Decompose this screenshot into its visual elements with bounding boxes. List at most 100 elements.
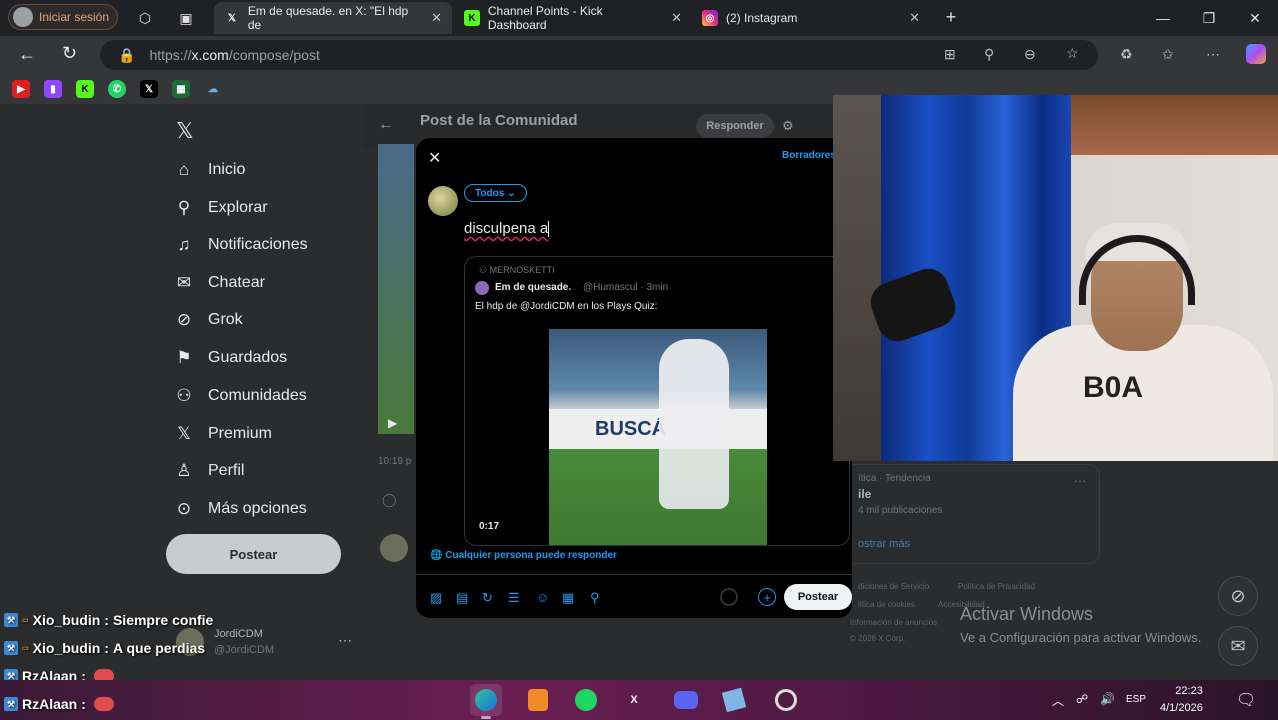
kick-icon[interactable]: K <box>76 80 94 98</box>
reading-icon[interactable]: ⊖ <box>1024 46 1036 63</box>
post-button[interactable]: Postear <box>784 584 852 610</box>
account-more-icon[interactable]: ⋯ <box>338 632 352 649</box>
location-icon[interactable]: ⚲ <box>590 590 600 606</box>
comment-icon[interactable]: ◯ <box>382 492 397 508</box>
chevron-up-icon[interactable]: ︿ <box>1052 692 1064 709</box>
drafts-button[interactable]: Borradores <box>782 150 836 161</box>
back-arrow-icon[interactable]: ← <box>378 116 394 134</box>
settings-sliders-icon[interactable]: ⚙ <box>782 118 794 134</box>
edge-taskbar-icon[interactable] <box>470 684 502 716</box>
sidebar-item-guardados[interactable]: ⚑ Guardados <box>174 348 287 368</box>
zoom-icon[interactable]: ⚲ <box>984 46 994 63</box>
notes-taskbar-icon[interactable] <box>718 684 750 716</box>
trend-more-icon[interactable]: ⋯ <box>1074 474 1086 488</box>
webcam-shelf <box>833 95 881 461</box>
grok-icon: ⊘ <box>1230 585 1246 606</box>
copilot-icon[interactable] <box>1246 44 1266 64</box>
close-icon[interactable]: ✕ <box>671 10 682 26</box>
favorite-star-icon[interactable]: ☆ <box>1066 45 1079 62</box>
reload-icon[interactable]: ↻ <box>62 43 77 64</box>
back-icon[interactable]: ← <box>18 44 36 65</box>
schedule-icon[interactable]: ▦ <box>562 590 574 606</box>
trend-name[interactable]: ile <box>858 487 871 501</box>
minimize-icon[interactable]: — <box>1154 9 1172 27</box>
profile-button[interactable]: Iniciar sesión <box>8 4 118 30</box>
quote-video[interactable]: BUSCÁ <box>549 329 767 545</box>
address-bar-row: ← ↻ 🔒 https://x.com/compose/post ⊞ ⚲ ⊖ ☆… <box>0 36 1278 74</box>
restore-icon[interactable]: ❐ <box>1200 9 1218 27</box>
sidebar-item-perfil[interactable]: ♙ Perfil <box>174 461 244 481</box>
language-indicator[interactable]: ESP <box>1126 694 1146 705</box>
play-icon[interactable]: ▶ <box>388 416 397 430</box>
messages-float-button[interactable]: ✉ <box>1218 626 1258 666</box>
video-ad-board: BUSCÁ <box>549 409 767 449</box>
close-window-icon[interactable]: ✕ <box>1246 9 1264 27</box>
avatar <box>13 7 33 27</box>
sidebar-item-explorar[interactable]: ⚲ Explorar <box>174 198 268 218</box>
fl-studio-taskbar-icon[interactable] <box>522 684 554 716</box>
grok-icon[interactable]: ↻ <box>482 590 493 606</box>
clock[interactable]: 22:23 4/1/2026 <box>1160 683 1203 717</box>
youtube-icon[interactable]: ▶ <box>12 80 30 98</box>
x-logo-icon[interactable]: 𝕏 <box>176 118 194 144</box>
obs-icon <box>775 689 797 711</box>
cloud-icon[interactable]: ☁ <box>204 80 222 98</box>
grok-float-button[interactable]: ⊘ <box>1218 576 1258 616</box>
new-tab-icon[interactable]: + <box>942 7 960 27</box>
add-post-icon[interactable]: + <box>758 588 776 606</box>
quoted-post[interactable]: ⚇ MERNOSKETTI Em de quesade. @Humascul ·… <box>464 256 850 546</box>
account-name: JordiCDM <box>214 628 263 640</box>
notification-icon[interactable]: 🗨 <box>1236 690 1256 710</box>
audience-select[interactable]: Todos ⌄ <box>464 184 527 202</box>
menu-icon[interactable]: ⋯ <box>1206 46 1220 63</box>
close-icon[interactable]: ✕ <box>431 10 442 26</box>
extensions-icon[interactable]: ♻ <box>1120 46 1133 63</box>
spotify-taskbar-icon[interactable] <box>570 684 602 716</box>
discord-taskbar-icon[interactable] <box>670 684 702 716</box>
reply-button[interactable]: Responder <box>696 114 774 138</box>
sidebar-item-comunidades[interactable]: ⚇ Comunidades <box>174 386 306 406</box>
volume-icon[interactable]: 🔊 <box>1100 692 1115 706</box>
compose-textarea[interactable]: disculpena a <box>464 220 550 239</box>
people-icon: ⚇ <box>176 386 192 405</box>
sidebar-item-label: Notificaciones <box>208 236 308 253</box>
network-icon[interactable]: ☍ <box>1076 692 1088 706</box>
whatsapp-icon[interactable]: ✆ <box>108 80 126 98</box>
sidebar-item-notificaciones[interactable]: ♫ Notificaciones <box>174 235 308 255</box>
footer-link[interactable]: Política de Privacidad <box>958 582 1035 591</box>
footer-link[interactable]: Información de anuncios <box>850 618 937 627</box>
sidebar-item-premium[interactable]: 𝕏 Premium <box>174 424 272 444</box>
image-icon[interactable]: ▨ <box>430 590 442 606</box>
tab-instagram[interactable]: ◎ (2) Instagram ✕ <box>692 2 930 34</box>
fruity-icon <box>528 689 548 711</box>
tab-kick[interactable]: K Channel Points - Kick Dashboard ✕ <box>454 2 692 34</box>
sidebar-post-button[interactable]: Postear <box>166 534 341 574</box>
gif-icon[interactable]: ▤ <box>456 590 468 606</box>
x-bookmark-icon[interactable]: 𝕏 <box>140 80 158 98</box>
quote-avatar <box>475 281 489 295</box>
obs-taskbar-icon[interactable] <box>770 684 802 716</box>
sheet-icon[interactable]: ▦ <box>172 80 190 98</box>
emoji-icon[interactable]: ☺ <box>536 590 549 605</box>
poll-icon[interactable]: ☰ <box>508 590 520 606</box>
xsplit-taskbar-icon[interactable]: X <box>618 684 650 716</box>
sidebar-item-grok[interactable]: ⊘ Grok <box>174 310 243 330</box>
sidebar-item-mas-opciones[interactable]: ⊙ Más opciones <box>174 499 307 519</box>
reply-setting[interactable]: 🌐 Cualquier persona puede responder <box>430 550 617 561</box>
kick-favicon-icon: K <box>464 10 480 26</box>
sidebar-item-chatear[interactable]: ✉ Chatear <box>174 273 265 293</box>
workspaces-icon[interactable]: ⬡ <box>136 9 154 27</box>
show-more-link[interactable]: ostrar más <box>858 538 910 550</box>
tab-actions-icon[interactable]: ▣ <box>177 9 195 27</box>
footer-link[interactable]: lítica de cookies <box>858 600 915 609</box>
twitch-icon[interactable]: ▮ <box>44 80 62 98</box>
footer-link[interactable]: diciones de Servicio <box>858 582 929 591</box>
app-available-icon[interactable]: ⊞ <box>944 46 956 63</box>
background-video <box>378 144 414 434</box>
close-icon[interactable]: ✕ <box>909 10 920 26</box>
favorites-icon[interactable]: ✩ <box>1162 46 1174 63</box>
tab-x-post[interactable]: 𝕏 Em de quesade. en X: "El hdp de ✕ <box>214 2 452 34</box>
url-text: https://x.com/compose/post <box>149 47 319 63</box>
close-icon[interactable]: ✕ <box>428 148 441 168</box>
sidebar-item-inicio[interactable]: ⌂ Inicio <box>174 160 246 180</box>
